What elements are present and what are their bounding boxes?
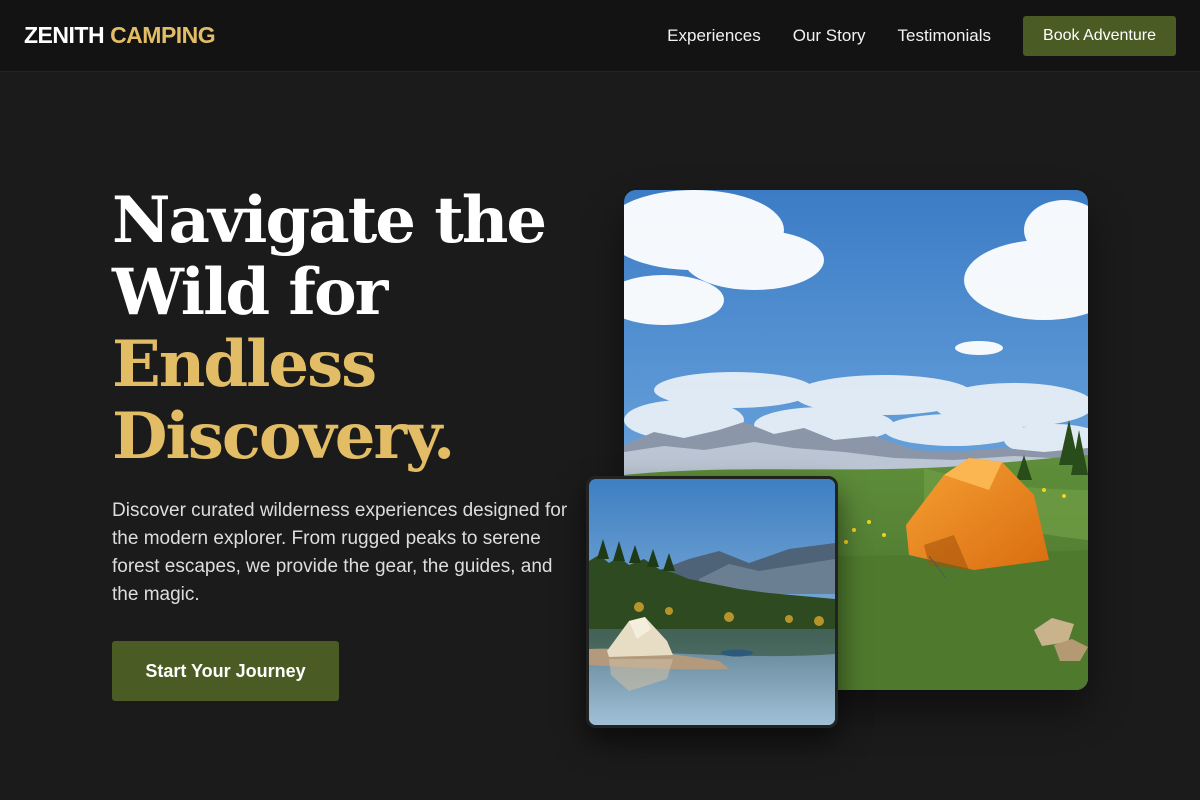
headline-line-1: Navigate the — [112, 183, 547, 258]
lake-tent-illustration — [589, 479, 835, 725]
headline-line-2: Wild for — [112, 255, 388, 330]
logo-primary: ZENITH — [24, 22, 105, 48]
navbar: ZENITH CAMPING Experiences Our Story Tes… — [0, 0, 1200, 72]
hero-headline: Navigate the Wild for Endless Discovery. — [112, 185, 582, 473]
hero-section: Navigate the Wild for Endless Discovery.… — [112, 185, 582, 701]
headline-line-3: Endless — [112, 327, 377, 402]
headline-line-4: Discovery. — [112, 399, 455, 474]
nav-link-experiences[interactable]: Experiences — [667, 26, 761, 46]
start-journey-button[interactable]: Start Your Journey — [112, 641, 339, 701]
book-adventure-button[interactable]: Book Adventure — [1023, 15, 1176, 56]
inset-photo-lake-tent — [586, 476, 838, 728]
nav-link-testimonials[interactable]: Testimonials — [897, 26, 991, 46]
logo-accent: CAMPING — [110, 22, 216, 48]
logo[interactable]: ZENITH CAMPING — [24, 22, 216, 49]
hero-description: Discover curated wilderness experiences … — [112, 500, 568, 605]
nav-menu: Experiences Our Story Testimonials Book … — [667, 15, 1176, 56]
nav-link-our-story[interactable]: Our Story — [793, 26, 866, 46]
